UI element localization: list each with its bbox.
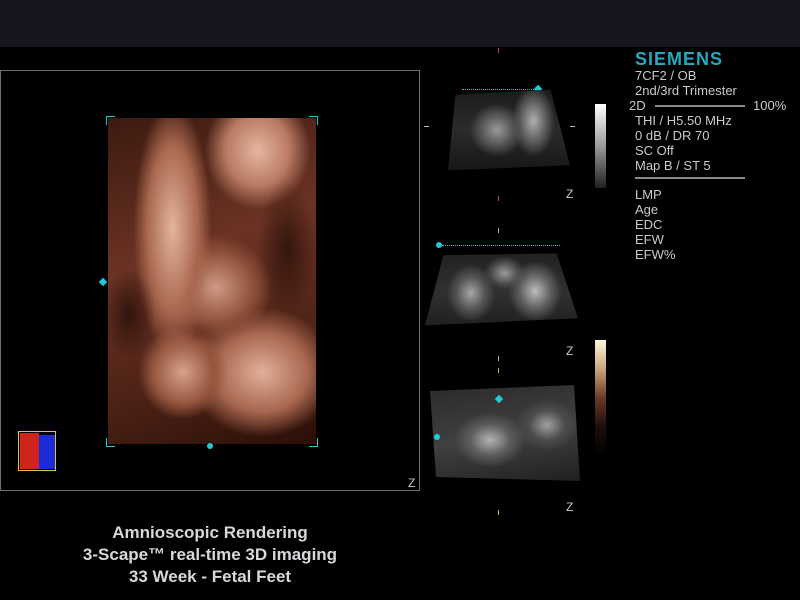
roi-corner-bottom-left	[106, 438, 115, 447]
plane-a-right-tick	[570, 126, 575, 127]
sc-label: SC Off	[635, 143, 674, 158]
top-bar	[0, 0, 800, 47]
age-label: Age	[635, 202, 659, 217]
exam-preset-label: 2nd/3rd Trimester	[635, 83, 737, 98]
plane-b-top-marker	[498, 228, 499, 233]
info-divider	[635, 177, 745, 179]
plane-b-bottom-marker	[498, 356, 499, 361]
plane-b-z-label: Z	[566, 344, 574, 358]
efw-label: EFW	[635, 232, 664, 247]
z-axis-label: Z	[408, 476, 416, 490]
plane-b-guide-line	[442, 245, 560, 246]
transducer-label: 7CF2 / OB	[635, 68, 697, 83]
mpr-plane-b[interactable]	[425, 253, 578, 326]
fetal-feet-3d-render	[108, 118, 316, 444]
plane-a-top-marker	[498, 48, 499, 53]
roi-corner-top-left	[106, 116, 115, 125]
gain-percent-label: 100%	[753, 98, 787, 113]
map-label: Map B / ST 5	[635, 158, 711, 173]
plane-c-left-marker[interactable]	[434, 434, 440, 440]
plane-a-left-tick	[424, 126, 429, 127]
mpr-plane-c[interactable]	[430, 385, 580, 481]
roi-corner-top-right	[309, 116, 318, 125]
edc-label: EDC	[635, 217, 663, 232]
caption-line-1: Amnioscopic Rendering	[112, 523, 308, 542]
plane-c-bottom-marker	[498, 510, 499, 515]
gain-mode-label: 2D	[629, 98, 646, 113]
plane-c-top-marker	[498, 368, 499, 373]
imaging-mode-label: THI / H5.50 MHz	[635, 113, 732, 128]
gain-slider-fill	[655, 105, 745, 107]
orientation-cube-icon[interactable]	[18, 431, 58, 473]
tint-map-bar	[595, 340, 606, 456]
brand-logo: SIEMENS	[635, 49, 724, 69]
mpr-plane-a[interactable]	[448, 89, 570, 171]
gain-dr-label: 0 dB / DR 70	[635, 128, 710, 143]
lmp-label: LMP	[635, 187, 662, 202]
grayscale-bar	[595, 104, 606, 188]
plane-a-z-label: Z	[566, 187, 574, 201]
roi-bottom-marker[interactable]	[207, 443, 213, 449]
roi-corner-bottom-right	[309, 438, 318, 447]
efw-percent-label: EFW%	[635, 247, 676, 262]
caption-line-3: 33 Week - Fetal Feet	[128, 567, 292, 586]
caption-line-2: 3-Scape™ real-time 3D imaging	[82, 545, 338, 564]
plane-a-bottom-marker	[498, 196, 499, 201]
plane-a-guide-line	[462, 89, 536, 90]
plane-c-z-label: Z	[566, 500, 574, 514]
